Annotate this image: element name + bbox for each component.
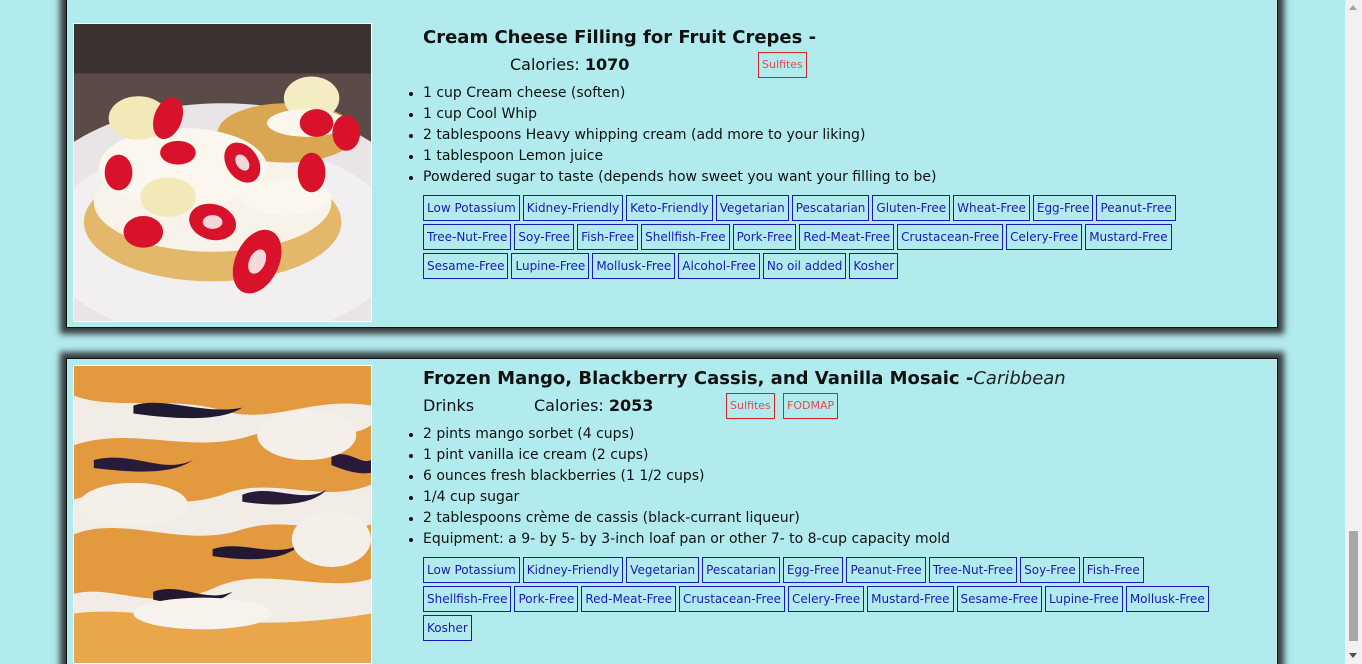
health-label-tag: Mustard-Free [867, 586, 954, 612]
health-label-tag: Pork-Free [514, 586, 579, 612]
health-label-tag: Mollusk-Free [1125, 586, 1209, 612]
health-label-tag: Low Potassium [423, 557, 520, 583]
caution-label-sulfites: Sulfites [758, 52, 807, 78]
caution-label-fodmap: FODMAP [783, 393, 839, 419]
health-label-tag: Vegetarian [715, 195, 789, 221]
health-label-tag: Sesame-Free [423, 253, 509, 279]
scroll-down-arrow-icon[interactable] [1349, 653, 1357, 658]
recipe-meta: Calories: 1070 Sulfites [423, 52, 1263, 82]
recipe-title[interactable]: Frozen Mango, Blackberry Cassis, and Van… [423, 367, 1263, 391]
health-label-tag: Tree-Nut-Free [928, 557, 1018, 583]
ingredient-item: 1/4 cup sugar [423, 487, 1263, 508]
health-label-tag: Mollusk-Free [592, 253, 676, 279]
recipe-info: Cream Cheese Filling for Fruit Crepes - … [423, 26, 1263, 282]
health-label-tag: Kosher [849, 253, 899, 279]
health-label-tag: Gluten-Free [872, 195, 951, 221]
health-label-list: Low Potassium Kidney-Friendly Keto-Friendl… [423, 195, 1233, 282]
ingredient-item: 1 tablespoon Lemon juice [423, 146, 1263, 167]
health-label-tag: Soy-Free [1020, 557, 1080, 583]
health-label-tag: Low Potassium [423, 195, 520, 221]
health-label-tag: Crustacean-Free [897, 224, 1004, 250]
vertical-scrollbar[interactable] [1345, 0, 1362, 664]
health-label-tag: Peanut-Free [846, 557, 926, 583]
ingredient-list: 2 pints mango sorbet (4 cups) 1 pint van… [423, 424, 1263, 550]
recipe-calories: Calories: 2053 [534, 396, 654, 415]
recipe-cuisine: Caribbean [973, 368, 1066, 389]
health-label-tag: Mustard-Free [1085, 224, 1172, 250]
health-label-tag: Wheat-Free [953, 195, 1030, 221]
health-label-tag: No oil added [762, 253, 847, 279]
ingredient-item: 1 pint vanilla ice cream (2 cups) [423, 445, 1263, 466]
health-label-tag: Keto-Friendly [626, 195, 713, 221]
recipe-category: Drinks [423, 396, 475, 415]
ingredient-item: 2 tablespoons crème de cassis (black-cur… [423, 508, 1263, 529]
recipe-info: Frozen Mango, Blackberry Cassis, and Van… [423, 367, 1263, 644]
health-label-tag: Soy-Free [514, 224, 575, 250]
recipe-list: Cream Cheese Filling for Fruit Crepes - … [0, 0, 1345, 664]
recipe-image [73, 23, 372, 322]
health-label-tag: Egg-Free [1032, 195, 1094, 221]
health-label-tag: Pescatarian [702, 557, 780, 583]
ingredient-item: 1 cup Cool Whip [423, 104, 1263, 125]
frozen-mosaic-dessert-photo [74, 366, 371, 663]
health-label-tag: Crustacean-Free [679, 586, 785, 612]
health-label-tag: Tree-Nut-Free [423, 224, 512, 250]
scrollbar-thumb[interactable] [1349, 531, 1358, 641]
health-label-tag: Sesame-Free [956, 586, 1042, 612]
health-label-tag: Kidney-Friendly [522, 557, 624, 583]
ingredient-item: 6 ounces fresh blackberries (1 1/2 cups) [423, 466, 1263, 487]
recipe-meta: Drinks Calories: 2053 Sulfites FODMAP [423, 393, 1263, 423]
health-label-tag: Peanut-Free [1096, 195, 1176, 221]
recipe-card: Cream Cheese Filling for Fruit Crepes - … [66, 0, 1278, 328]
health-label-tag: Pescatarian [791, 195, 870, 221]
recipe-calories: Calories: 1070 [510, 55, 630, 74]
caution-label-sulfites: Sulfites [726, 393, 775, 419]
ingredient-item: Equipment: a 9- by 5- by 3-inch loaf pan… [423, 529, 1263, 550]
health-label-tag: Celery-Free [1006, 224, 1083, 250]
health-label-tag: Alcohol-Free [678, 253, 760, 279]
ingredient-item: 2 pints mango sorbet (4 cups) [423, 424, 1263, 445]
health-label-tag: Vegetarian [626, 557, 700, 583]
recipe-title[interactable]: Cream Cheese Filling for Fruit Crepes - [423, 26, 1263, 50]
health-label-tag: Lupine-Free [1045, 586, 1123, 612]
health-label-tag: Shellfish-Free [423, 586, 512, 612]
ingredient-list: 1 cup Cream cheese (soften) 1 cup Cool W… [423, 83, 1263, 188]
ingredient-item: Powdered sugar to taste (depends how swe… [423, 167, 1263, 188]
crepes-with-strawberries-photo [74, 24, 371, 321]
health-label-tag: Kosher [423, 615, 472, 641]
recipe-card: Frozen Mango, Blackberry Cassis, and Van… [66, 358, 1278, 664]
health-label-tag: Pork-Free [732, 224, 797, 250]
health-label-tag: Red-Meat-Free [581, 586, 677, 612]
ingredient-item: 1 cup Cream cheese (soften) [423, 83, 1263, 104]
health-label-tag: Fish-Free [577, 224, 639, 250]
health-label-tag: Celery-Free [788, 586, 865, 612]
scroll-up-arrow-icon[interactable] [1349, 5, 1357, 10]
health-label-tag: Fish-Free [1082, 557, 1144, 583]
health-label-tag: Egg-Free [782, 557, 844, 583]
recipe-image [73, 365, 372, 664]
health-label-tag: Red-Meat-Free [799, 224, 895, 250]
health-label-tag: Shellfish-Free [641, 224, 730, 250]
ingredient-item: 2 tablespoons Heavy whipping cream (add … [423, 125, 1263, 146]
health-label-tag: Kidney-Friendly [522, 195, 624, 221]
health-label-list: Low Potassium Kidney-Friendly Vegetarian Pe… [423, 557, 1233, 644]
health-label-tag: Lupine-Free [511, 253, 590, 279]
